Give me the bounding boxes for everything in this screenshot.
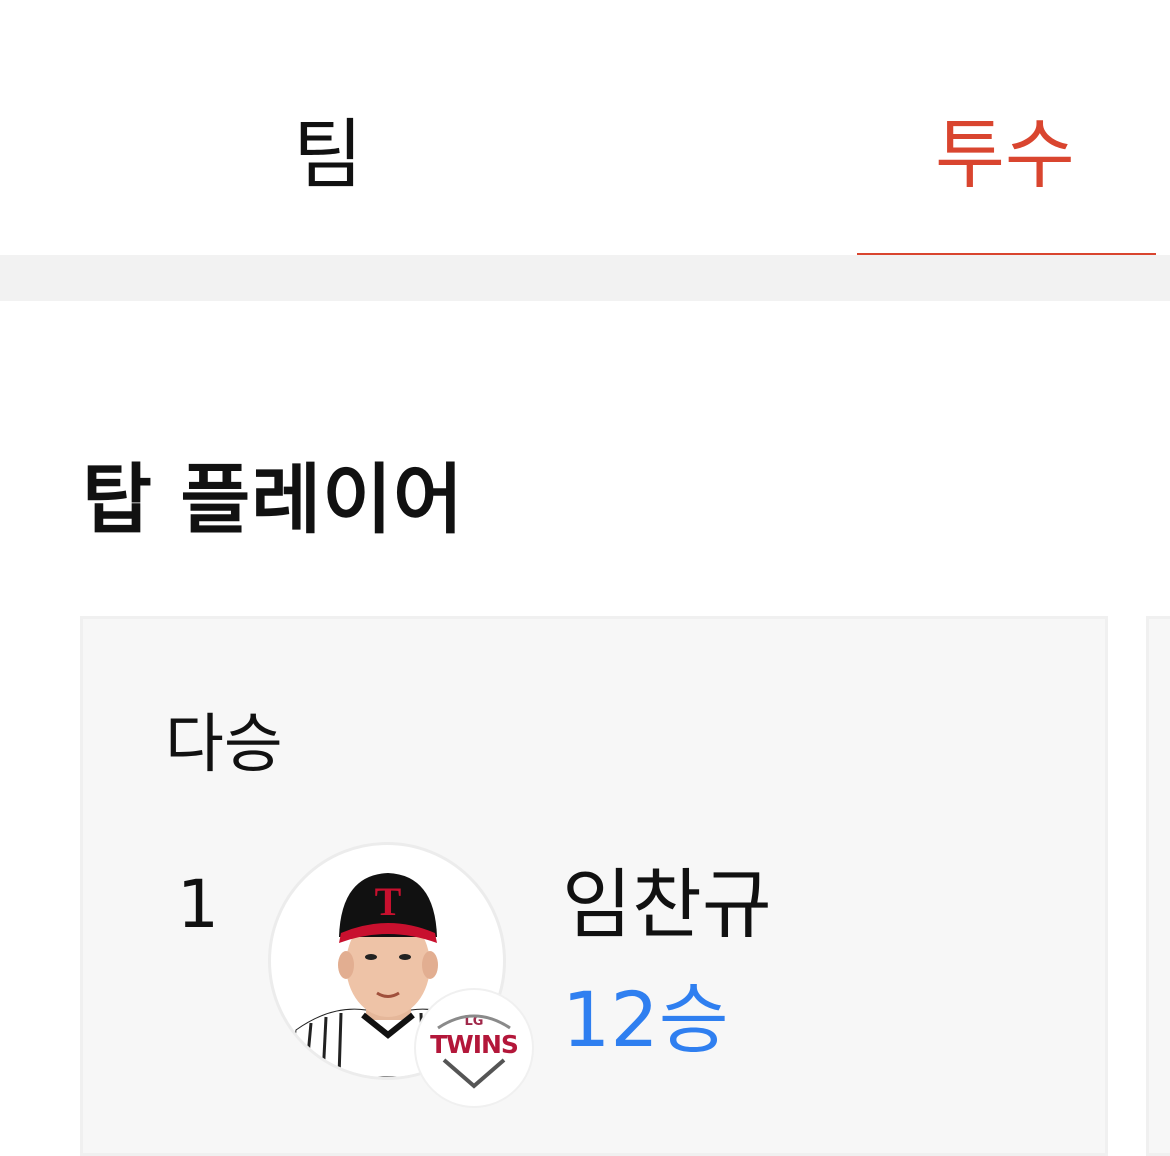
svg-text:T: T: [375, 879, 402, 924]
section-title: 탑 플레이어: [82, 455, 465, 544]
tab-team[interactable]: 팀: [293, 110, 363, 200]
section-divider: [0, 255, 1170, 301]
team-logo-emblem-icon: [437, 1014, 511, 1089]
player-stat-value: 12승: [562, 975, 729, 1064]
player-name[interactable]: 임찬규: [562, 860, 772, 950]
tab-pitcher[interactable]: 투수: [935, 110, 1075, 200]
player-rank: 1: [177, 866, 219, 943]
tab-bar: 팀 투수: [0, 0, 1170, 258]
next-card-peek[interactable]: [1146, 616, 1170, 1156]
team-logo: LG TWINS: [416, 990, 532, 1106]
card-category-title: 다승: [165, 708, 283, 782]
